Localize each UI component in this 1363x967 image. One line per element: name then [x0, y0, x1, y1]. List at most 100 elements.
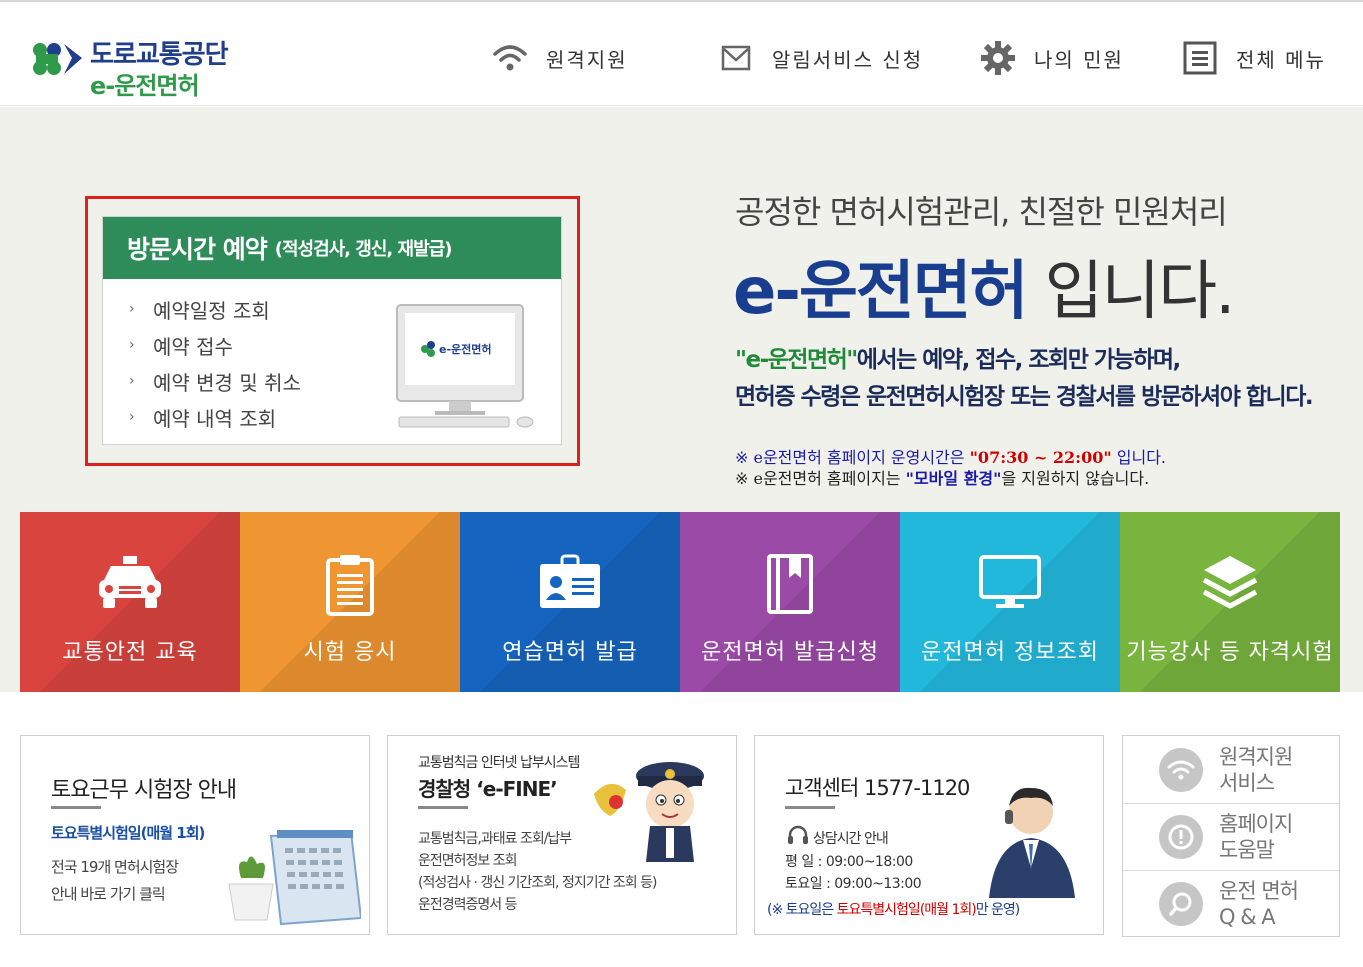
- reservation-item-history[interactable]: › 예약 내역 조회: [129, 399, 301, 435]
- reservation-item-label: 예약 내역 조회: [153, 406, 277, 431]
- clipboard-icon: [240, 554, 460, 616]
- headset-icon: [788, 825, 808, 844]
- customer-center-box[interactable]: 고객센터 1577-1120 상담시간 안내 평 일 : 09:00~18:00…: [754, 735, 1104, 935]
- reservation-item-label: 예약 변경 및 취소: [153, 370, 301, 395]
- nav-label: 원격지원: [546, 47, 628, 72]
- mail-icon: [716, 38, 756, 78]
- page: 도로교통공단 e-운전면허 원격지원 알림서비스 신청 나의 민원 전체 메뉴 …: [0, 0, 1363, 967]
- quick-label-line: 원격지원: [1219, 744, 1293, 769]
- clover-logo-icon: [33, 43, 82, 75]
- tile-license-info-inquiry[interactable]: 운전면허 정보조회: [900, 512, 1120, 692]
- title-underline: [418, 806, 468, 809]
- reservation-item-apply[interactable]: › 예약 접수: [129, 327, 301, 363]
- hours-value: 09:00~13:00: [834, 876, 922, 892]
- calendar-plant-icon: [228, 830, 361, 926]
- tile-label: 교통안전 교육: [62, 640, 198, 665]
- chevron-right-icon: ›: [129, 301, 135, 317]
- notice-text: ※ e운전면허 홈페이지 운영시간은: [735, 448, 970, 467]
- help-icon: [1159, 815, 1203, 859]
- nav-my-petitions[interactable]: 나의 민원: [978, 38, 1124, 78]
- title-underline: [785, 806, 835, 809]
- car-icon: [20, 554, 240, 612]
- police-mascot-icon: [594, 762, 704, 862]
- nav-label: 전체 메뉴: [1236, 47, 1326, 72]
- wifi-icon: [1159, 747, 1203, 792]
- notice: ※ e운전면허 홈페이지 운영시간은 "07:30 ~ 22:00" 입니다. …: [735, 447, 1166, 489]
- saturday-desc-line: 안내 바로 가기 클릭: [51, 885, 166, 903]
- reservation-subtitle: (적성검사, 갱신, 재발급): [274, 239, 453, 260]
- tile-label: 시험 응시: [303, 640, 397, 665]
- quick-label: 홈페이지 도움말: [1219, 811, 1293, 863]
- chevron-right-icon: ›: [129, 337, 135, 353]
- reservation-title: 방문시간 예약: [127, 235, 268, 264]
- quick-label-line: 운전 면허: [1219, 879, 1299, 903]
- hours-day-label: 토요일 :: [785, 876, 831, 892]
- tile-label: 기능강사 등 자격시험: [1126, 640, 1334, 665]
- tile-traffic-safety-education[interactable]: 교통안전 교육: [20, 512, 240, 692]
- efine-line: 운전경력증명서 등: [418, 897, 517, 913]
- desc-line2: 면허증 수령은 운전면허시험장 또는 경찰서를 방문하셔야 합니다.: [735, 384, 1314, 410]
- reservation-item-label: 예약 접수: [153, 334, 233, 359]
- chevron-right-icon: ›: [129, 409, 135, 425]
- menu-icon: [1180, 38, 1220, 78]
- reservation-menu: › 예약일정 조회 › 예약 접수 › 예약 변경 및 취소 › 예약 내역 조회: [129, 291, 301, 435]
- notice-hours: ※ e운전면허 홈페이지 운영시간은 "07:30 ~ 22:00" 입니다.: [735, 447, 1166, 468]
- quick-label-line: 도움말: [1219, 838, 1275, 862]
- reservation-item-schedule[interactable]: › 예약일정 조회: [129, 291, 301, 327]
- tile-label: 연습면허 발급: [502, 640, 638, 665]
- monitor-illustration-icon: e-운전면허: [396, 304, 534, 428]
- reservation-header[interactable]: 방문시간 예약 (적성검사, 갱신, 재발급): [103, 217, 561, 279]
- reservation-highlight-frame: 방문시간 예약 (적성검사, 갱신, 재발급) › 예약일정 조회 › 예약 접수 …: [85, 196, 580, 466]
- logo[interactable]: 도로교통공단 e-운전면허: [28, 32, 268, 100]
- logo-subtitle: e-운전면허: [90, 72, 200, 100]
- quick-label-line: Q & A: [1219, 905, 1276, 929]
- call-center-agent-icon: [989, 787, 1075, 898]
- saturday-description: 전국 19개 면허시험장 안내 바로 가기 클릭: [51, 854, 179, 908]
- hours-saturday: 토요일 : 09:00~13:00: [785, 873, 922, 893]
- id-card-icon: [460, 554, 680, 612]
- service-tiles: 교통안전 교육 시험 응시 연습면허 발급 운전면허 발급신청 운전면허 정보조…: [20, 512, 1340, 692]
- tile-instructor-qualification[interactable]: 기능강사 등 자격시험: [1120, 512, 1340, 692]
- chevron-right-icon: ›: [129, 373, 135, 389]
- monitor-icon: [900, 554, 1120, 612]
- headline-brand: e-운전면허: [733, 255, 1028, 329]
- reservation-panel: 방문시간 예약 (적성검사, 갱신, 재발급) › 예약일정 조회 › 예약 접수 …: [102, 216, 562, 445]
- saturday-desc-line: 전국 19개 면허시험장: [51, 858, 179, 876]
- tile-license-issuance[interactable]: 운전면허 발급신청: [680, 512, 900, 692]
- reservation-item-change-cancel[interactable]: › 예약 변경 및 취소: [129, 363, 301, 399]
- hero-tagline: 공정한 면허시험관리, 친절한 민원처리: [735, 193, 1228, 231]
- note-highlight: 토요특별시험일(매월 1회): [836, 902, 977, 918]
- nav-full-menu[interactable]: 전체 메뉴: [1180, 38, 1326, 78]
- saturday-exam-box[interactable]: 토요근무 시험장 안내 토요특별시험일(매월 1회) 전국 19개 면허시험장 …: [20, 735, 370, 935]
- desc-line1: 에서는 예약, 접수, 조회만 가능하며,: [856, 347, 1181, 373]
- quick-links: 원격지원 서비스 홈페이지 도움말 운전 면허 Q & A: [1122, 735, 1340, 937]
- search-icon: [1159, 882, 1203, 926]
- wifi-icon: [490, 38, 530, 78]
- notice-mobile: ※ e운전면허 홈페이지는 "모바일 환경"을 지원하지 않습니다.: [735, 468, 1166, 489]
- header: 도로교통공단 e-운전면허 원격지원 알림서비스 신청 나의 민원 전체 메뉴: [0, 0, 1363, 106]
- hours-value: 09:00~18:00: [825, 854, 913, 870]
- efine-title: 경찰청 ‘e-FINE’: [418, 777, 558, 801]
- notice-text: 입니다.: [1111, 448, 1167, 467]
- tile-label: 운전면허 정보조회: [921, 640, 1099, 665]
- notice-mobile-highlight: "모바일 환경": [905, 469, 1002, 488]
- book-icon: [680, 554, 900, 614]
- nav-notification-service[interactable]: 알림서비스 신청: [716, 38, 923, 78]
- quick-license-qna[interactable]: 운전 면허 Q & A: [1123, 870, 1339, 937]
- notice-text: 을 지원하지 않습니다.: [1001, 469, 1150, 488]
- quick-remote-support[interactable]: 원격지원 서비스: [1123, 736, 1339, 803]
- notice-text: ※ e운전면허 홈페이지는: [735, 469, 906, 488]
- tile-learner-license[interactable]: 연습면허 발급: [460, 512, 680, 692]
- saturday-subtitle: 토요특별시험일(매월 1회): [51, 824, 205, 842]
- efine-box[interactable]: 교통범칙금 인터넷 납부시스템 경찰청 ‘e-FINE’ 교통범칙금,과태료 조…: [387, 735, 737, 935]
- title-underline: [51, 806, 101, 809]
- hours-label: 상담시간 안내: [813, 831, 889, 847]
- saturday-title: 토요근무 시험장 안내: [51, 778, 237, 803]
- tile-exam-application[interactable]: 시험 응시: [240, 512, 460, 692]
- nav-remote-support[interactable]: 원격지원: [490, 38, 628, 78]
- note-text: (※ 토요일은: [767, 902, 837, 918]
- gear-icon: [978, 38, 1018, 78]
- quick-label: 운전 면허 Q & A: [1219, 878, 1299, 930]
- desc-quote: "e-운전면허": [735, 347, 858, 373]
- quick-homepage-help[interactable]: 홈페이지 도움말: [1123, 803, 1339, 870]
